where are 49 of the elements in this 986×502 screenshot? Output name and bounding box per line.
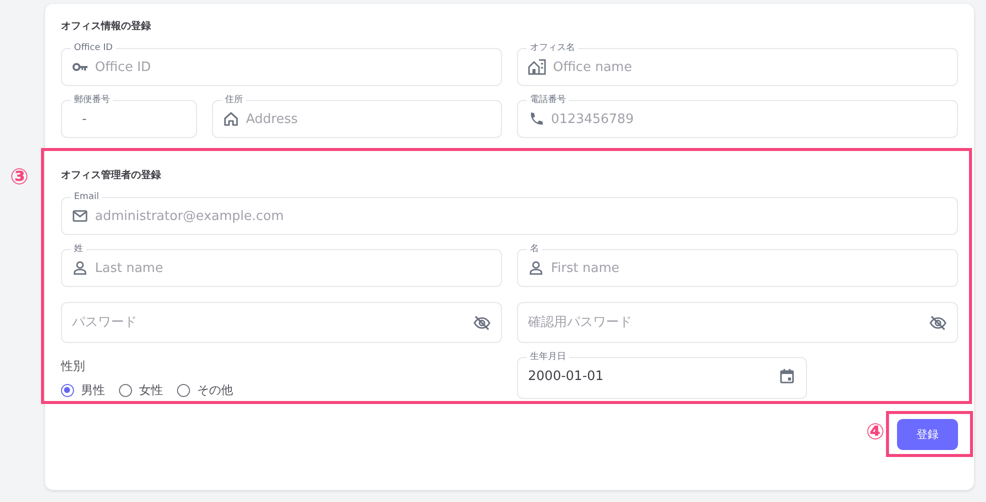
field-label: オフィス名 <box>529 43 576 54</box>
section-title: オフィス情報の登録 <box>61 20 152 34</box>
text-input[interactable]: Office name <box>553 60 947 74</box>
visibility-off-icon[interactable] <box>473 314 491 332</box>
text-input[interactable]: 確認用パスワード <box>528 315 922 330</box>
gender-label: 性別 <box>61 358 86 374</box>
postal-code-field[interactable]: 郵便番号 - <box>61 95 197 138</box>
password-confirm-field[interactable]: 確認用パスワード <box>517 302 958 343</box>
visibility-off-icon[interactable] <box>929 314 947 332</box>
home-icon <box>223 111 239 127</box>
field-label: 電話番号 <box>529 95 567 106</box>
text-input[interactable]: 2000-01-01 <box>528 368 771 384</box>
step-marker: ③ <box>10 165 29 191</box>
text-input[interactable]: 0123456789 <box>551 112 947 126</box>
phone-field[interactable]: 電話番号 0123456789 <box>517 95 958 138</box>
text-input[interactable]: Office ID <box>95 60 491 74</box>
register-button[interactable]: 登録 <box>897 419 958 450</box>
email-field[interactable]: Email administrator@example.com <box>61 192 958 235</box>
radio-option[interactable]: 男性 <box>61 382 105 399</box>
radio-option[interactable]: その他 <box>177 382 233 399</box>
text-input[interactable]: Last name <box>95 260 491 276</box>
field-label: Email <box>73 192 100 203</box>
phone-icon <box>528 111 544 127</box>
step-marker: ④ <box>866 420 885 446</box>
text-input[interactable]: First name <box>551 260 947 276</box>
address-field[interactable]: 住所 Address <box>212 95 502 138</box>
office-id-field[interactable]: Office ID Office ID <box>61 43 502 86</box>
password-field[interactable]: パスワード <box>61 302 502 343</box>
office-name-field[interactable]: オフィス名 Office name <box>517 43 958 86</box>
field-label: 住所 <box>224 95 244 106</box>
radio-option[interactable]: 女性 <box>119 382 163 399</box>
field-label: Office ID <box>73 43 114 54</box>
calendar-icon[interactable] <box>778 367 796 385</box>
last-name-field[interactable]: 姓 Last name <box>61 244 502 287</box>
field-label: 生年月日 <box>529 352 567 363</box>
person-icon <box>72 260 88 276</box>
first-name-field[interactable]: 名 First name <box>517 244 958 287</box>
person-icon <box>528 260 544 276</box>
section-title: オフィス管理者の登録 <box>61 169 162 183</box>
text-input[interactable]: パスワード <box>72 315 466 330</box>
building-icon <box>528 59 546 75</box>
field-label: 姓 <box>73 244 84 255</box>
text-input[interactable]: - <box>72 112 186 126</box>
field-label: 名 <box>529 244 540 255</box>
text-input[interactable]: Address <box>246 112 491 126</box>
text-input[interactable]: administrator@example.com <box>95 208 947 224</box>
date-field[interactable]: 生年月日 2000-01-01 <box>517 352 807 399</box>
field-label: 郵便番号 <box>73 95 111 106</box>
mail-icon <box>72 208 88 224</box>
